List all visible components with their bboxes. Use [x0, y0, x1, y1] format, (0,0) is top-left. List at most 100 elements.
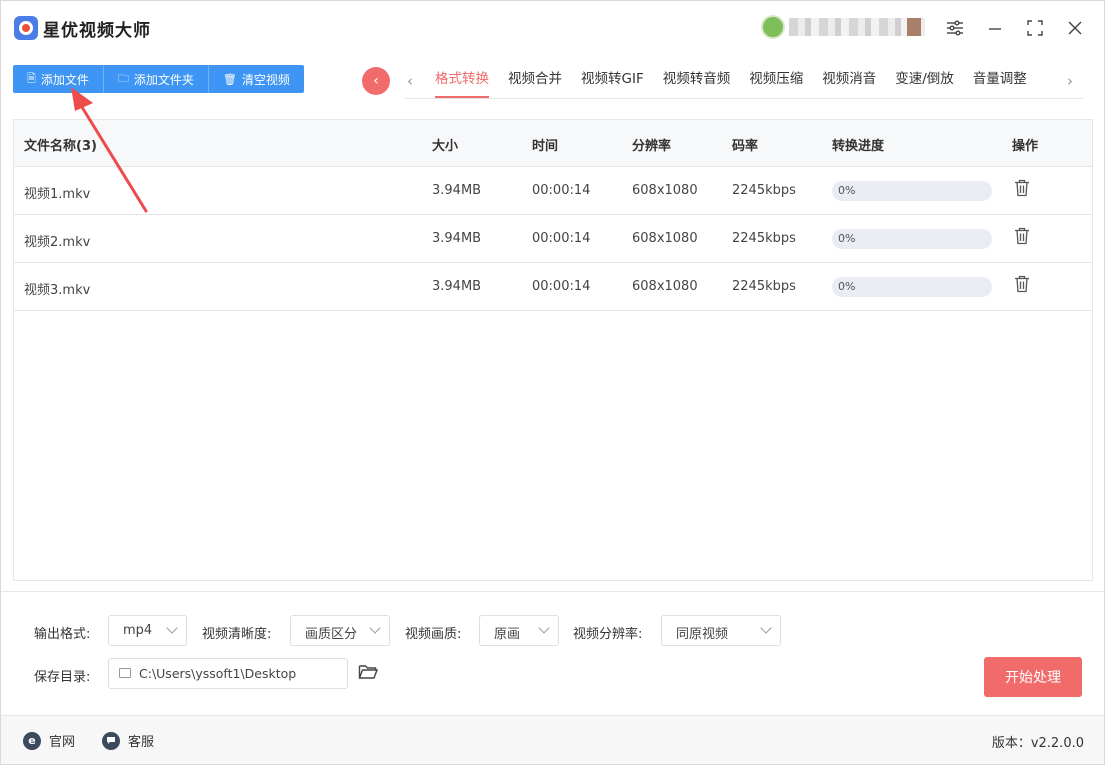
username-blurred-end — [907, 18, 921, 36]
chevron-down-icon — [760, 622, 772, 634]
progress-percent: 0% — [838, 280, 856, 293]
clear-videos-button[interactable]: 🗑 清空视频 — [208, 65, 304, 93]
delete-trash-icon[interactable] — [1014, 275, 1032, 295]
save-dir-label: 保存目录: — [34, 670, 91, 685]
footer-bar: e 官网 客服 版本：v2.2.0.0 — [1, 715, 1104, 764]
cell-size: 3.94MB — [432, 279, 482, 294]
clarity-value: 画质区分 — [305, 627, 358, 642]
cell-time: 00:00:14 — [532, 231, 591, 246]
quality-value: 原画 — [494, 627, 521, 642]
cell-size: 3.94MB — [432, 183, 482, 198]
minimize-icon[interactable] — [982, 15, 1008, 41]
progress-percent: 0% — [838, 184, 856, 197]
maximize-icon[interactable] — [1022, 15, 1048, 41]
cell-name: 视频1.mkv — [24, 187, 91, 202]
collapse-back-icon[interactable]: ‹ — [362, 67, 390, 95]
output-format-label: 输出格式: — [34, 627, 91, 642]
progress-percent: 0% — [838, 232, 856, 245]
chevron-right-icon[interactable]: › — [1067, 72, 1073, 90]
header-bitrate: 码率 — [732, 139, 759, 154]
website-label: 官网 — [49, 735, 76, 750]
tab-6[interactable]: 变速/倒放 — [895, 63, 954, 98]
tab-list: 格式转换 视频合并 视频转GIF 视频转音频 视频压缩 视频消音 变速/倒放 音量调整 — [435, 63, 1046, 98]
trash-icon: 🗑 — [222, 72, 237, 86]
folder-icon: 🗀 — [117, 71, 129, 85]
table-row[interactable]: 视频2.mkv 3.94MB 00:00:14 608x1080 2245kbps 0% — [14, 215, 1092, 263]
add-file-label: 添加文件 — [40, 72, 89, 87]
open-folder-icon[interactable] — [358, 663, 379, 681]
chevron-down-icon — [538, 622, 550, 634]
resolution-select[interactable]: 同原视频 — [661, 615, 781, 646]
add-file-button[interactable]: 🗎 添加文件 — [13, 65, 104, 93]
header-time: 时间 — [532, 139, 559, 154]
cell-resolution: 608x1080 — [632, 183, 698, 198]
output-format-select[interactable]: mp4 — [108, 615, 187, 646]
website-link[interactable]: e 官网 — [23, 731, 75, 750]
add-folder-label: 添加文件夹 — [133, 72, 194, 87]
header-name: 文件名称(3) — [24, 139, 97, 154]
table-header: 文件名称(3) 大小 时间 分辨率 码率 转换进度 操作 — [14, 120, 1092, 167]
app-window: 星优视频大师 🗎 添加文件 🗀 添加文件夹 🗑 清空视频 ‹ ‹ 格式转换 视频… — [0, 0, 1105, 765]
app-logo-icon — [14, 16, 38, 40]
clarity-label: 视频清晰度: — [202, 627, 272, 642]
quality-label: 视频画质: — [405, 627, 462, 642]
app-title: 星优视频大师 — [43, 21, 151, 41]
clarity-select[interactable]: 画质区分 — [290, 615, 390, 646]
table-row[interactable]: 视频3.mkv 3.94MB 00:00:14 608x1080 2245kbps 0% — [14, 263, 1092, 311]
tab-2[interactable]: 视频转GIF — [581, 63, 644, 98]
support-link[interactable]: 客服 — [102, 731, 154, 750]
cell-time: 00:00:14 — [532, 183, 591, 198]
file-icon: 🗎 — [27, 71, 36, 85]
tab-0[interactable]: 格式转换 — [435, 63, 489, 98]
output-format-value: mp4 — [123, 623, 153, 638]
avatar[interactable] — [761, 15, 785, 39]
delete-trash-icon[interactable] — [1014, 179, 1032, 199]
cell-size: 3.94MB — [432, 231, 482, 246]
support-label: 客服 — [128, 735, 155, 750]
tab-5[interactable]: 视频消音 — [822, 63, 876, 98]
header-action: 操作 — [1012, 139, 1039, 154]
add-folder-button[interactable]: 🗀 添加文件夹 — [103, 65, 209, 93]
resolution-value: 同原视频 — [676, 627, 729, 642]
cell-bitrate: 2245kbps — [732, 231, 796, 246]
username-blurred — [789, 18, 925, 36]
tab-7[interactable]: 音量调整 — [973, 63, 1027, 98]
cell-time: 00:00:14 — [532, 279, 591, 294]
save-dir-input[interactable]: C:\Users\yssoft1\Desktop — [108, 658, 348, 689]
cell-resolution: 608x1080 — [632, 231, 698, 246]
cell-bitrate: 2245kbps — [732, 183, 796, 198]
cell-name: 视频3.mkv — [24, 283, 91, 298]
chat-bubble-icon — [102, 731, 120, 750]
header-resolution: 分辨率 — [632, 139, 672, 154]
settings-sliders-icon[interactable] — [942, 15, 968, 41]
output-settings: 输出格式: mp4 视频清晰度: 画质区分 视频画质: 原画 视频分辨率: 同原… — [1, 591, 1104, 715]
header-progress: 转换进度 — [832, 139, 885, 154]
chevron-down-icon — [369, 622, 381, 634]
progress-bar: 0% — [832, 181, 992, 201]
file-toolbar: 🗎 添加文件 🗀 添加文件夹 🗑 清空视频 — [13, 65, 304, 93]
table-row[interactable]: 视频1.mkv 3.94MB 00:00:14 608x1080 2245kbps 0% — [14, 167, 1092, 215]
progress-bar: 0% — [832, 229, 992, 249]
progress-bar: 0% — [832, 277, 992, 297]
chevron-left-icon[interactable]: ‹ — [407, 72, 413, 90]
tab-1[interactable]: 视频合并 — [508, 63, 562, 98]
user-account[interactable] — [761, 15, 927, 39]
clear-videos-label: 清空视频 — [241, 72, 290, 87]
close-icon[interactable] — [1062, 15, 1088, 41]
folder-outline-icon — [119, 668, 131, 678]
cell-bitrate: 2245kbps — [732, 279, 796, 294]
resolution-label: 视频分辨率: — [573, 627, 643, 642]
delete-trash-icon[interactable] — [1014, 227, 1032, 247]
title-bar: 星优视频大师 — [1, 1, 1104, 53]
quality-select[interactable]: 原画 — [479, 615, 559, 646]
save-dir-value: C:\Users\yssoft1\Desktop — [139, 666, 297, 681]
version-text: 版本：v2.2.0.0 — [991, 736, 1084, 751]
function-tabs: ‹ 格式转换 视频合并 视频转GIF 视频转音频 视频压缩 视频消音 变速/倒放 音量调整 › — [405, 63, 1083, 99]
tab-4[interactable]: 视频压缩 — [749, 63, 803, 98]
start-processing-button[interactable]: 开始处理 — [984, 657, 1082, 697]
header-size: 大小 — [432, 139, 459, 154]
tab-3[interactable]: 视频转音频 — [663, 63, 731, 98]
cell-resolution: 608x1080 — [632, 279, 698, 294]
cell-name: 视频2.mkv — [24, 235, 91, 250]
browser-e-icon: e — [23, 731, 41, 750]
